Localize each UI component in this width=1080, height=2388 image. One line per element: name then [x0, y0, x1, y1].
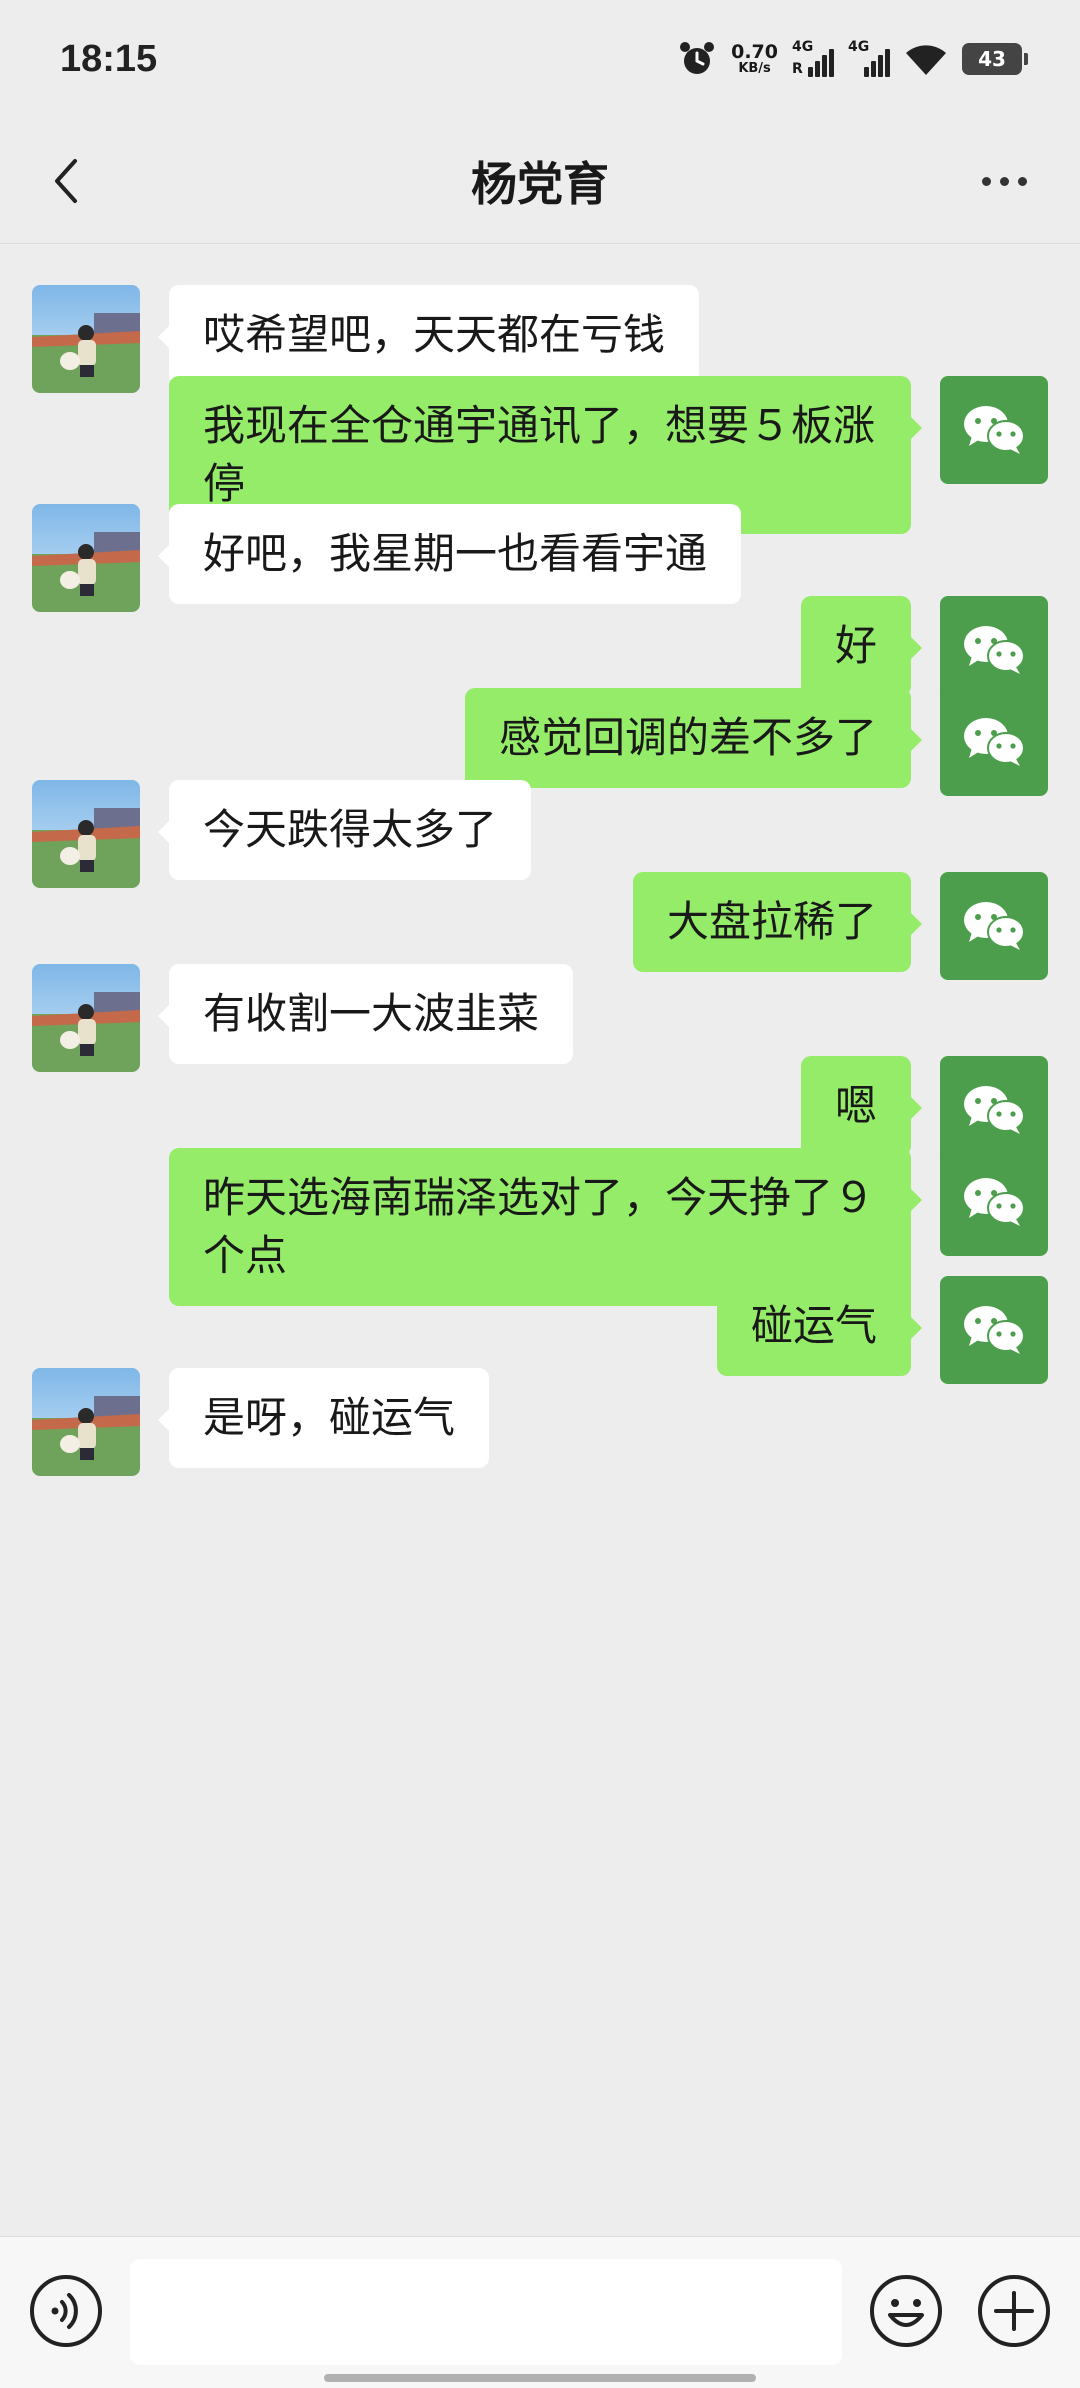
- self-avatar[interactable]: [940, 376, 1048, 484]
- sent-message-bubble[interactable]: 大盘拉稀了: [632, 872, 923, 972]
- chat-area[interactable]: 11月21日 下午16:40 哎希望吧，天天都在亏钱我现在全仓通宇通讯了，想要５…: [0, 244, 1080, 2236]
- net-speed: 0.70 KB/s: [731, 41, 778, 76]
- friend-avatar[interactable]: [32, 780, 140, 888]
- wifi-icon: [906, 45, 946, 75]
- more-button[interactable]: [964, 151, 1044, 211]
- plus-icon[interactable]: [976, 2273, 1052, 2349]
- net-speed-value: 0.70: [731, 41, 778, 63]
- received-message-bubble[interactable]: 好吧，我星期一也看看宇通: [157, 504, 742, 604]
- received-message-bubble[interactable]: 有收割一大波韭菜: [157, 964, 574, 1064]
- signal-icon-2: 4G: [848, 39, 890, 77]
- friend-avatar[interactable]: [32, 1368, 140, 1476]
- received-message-bubble[interactable]: 今天跌得太多了: [157, 780, 532, 880]
- alarm-icon: [680, 42, 715, 74]
- chevron-left-icon: [55, 159, 77, 203]
- emoji-icon[interactable]: [868, 2273, 944, 2349]
- signal-icon: 4G R: [792, 39, 834, 77]
- self-avatar[interactable]: [940, 688, 1048, 796]
- home-indicator[interactable]: [324, 2374, 756, 2382]
- sim1-type: 4G: [792, 39, 814, 55]
- self-avatar[interactable]: [940, 1276, 1048, 1384]
- more-dots-icon: [981, 176, 991, 186]
- input-bar: [0, 2236, 1080, 2388]
- friend-avatar[interactable]: [32, 504, 140, 612]
- chat-title: 杨党育: [471, 156, 609, 211]
- status-time: 18:15: [60, 37, 158, 80]
- self-avatar[interactable]: [940, 872, 1048, 980]
- back-button[interactable]: [36, 151, 96, 211]
- self-avatar[interactable]: [940, 1148, 1048, 1256]
- voice-icon[interactable]: [28, 2273, 104, 2349]
- received-message-bubble[interactable]: 是呀，碰运气: [157, 1368, 490, 1468]
- sent-message-bubble[interactable]: 嗯: [800, 1056, 923, 1156]
- friend-avatar[interactable]: [32, 285, 140, 393]
- battery-icon: 43: [962, 43, 1028, 75]
- message-input[interactable]: [130, 2259, 842, 2365]
- received-message-bubble[interactable]: 哎希望吧，天天都在亏钱: [157, 285, 700, 385]
- sim1-roaming: R: [792, 61, 803, 77]
- sent-message-bubble[interactable]: 好: [800, 596, 923, 696]
- status-icons: 0.70 KB/s 4G R 4G 43: [677, 39, 1028, 79]
- battery-level: 43: [978, 47, 1006, 71]
- sim2-type: 4G: [848, 39, 870, 55]
- sent-message-bubble[interactable]: 碰运气: [716, 1276, 923, 1376]
- nav-bar: 杨党育: [0, 118, 1080, 244]
- status-bar: 18:15 0.70 KB/s 4G R 4G 43: [0, 0, 1080, 118]
- sent-message-bubble[interactable]: 感觉回调的差不多了: [464, 688, 923, 788]
- friend-avatar[interactable]: [32, 964, 140, 1072]
- net-speed-unit: KB/s: [738, 61, 771, 76]
